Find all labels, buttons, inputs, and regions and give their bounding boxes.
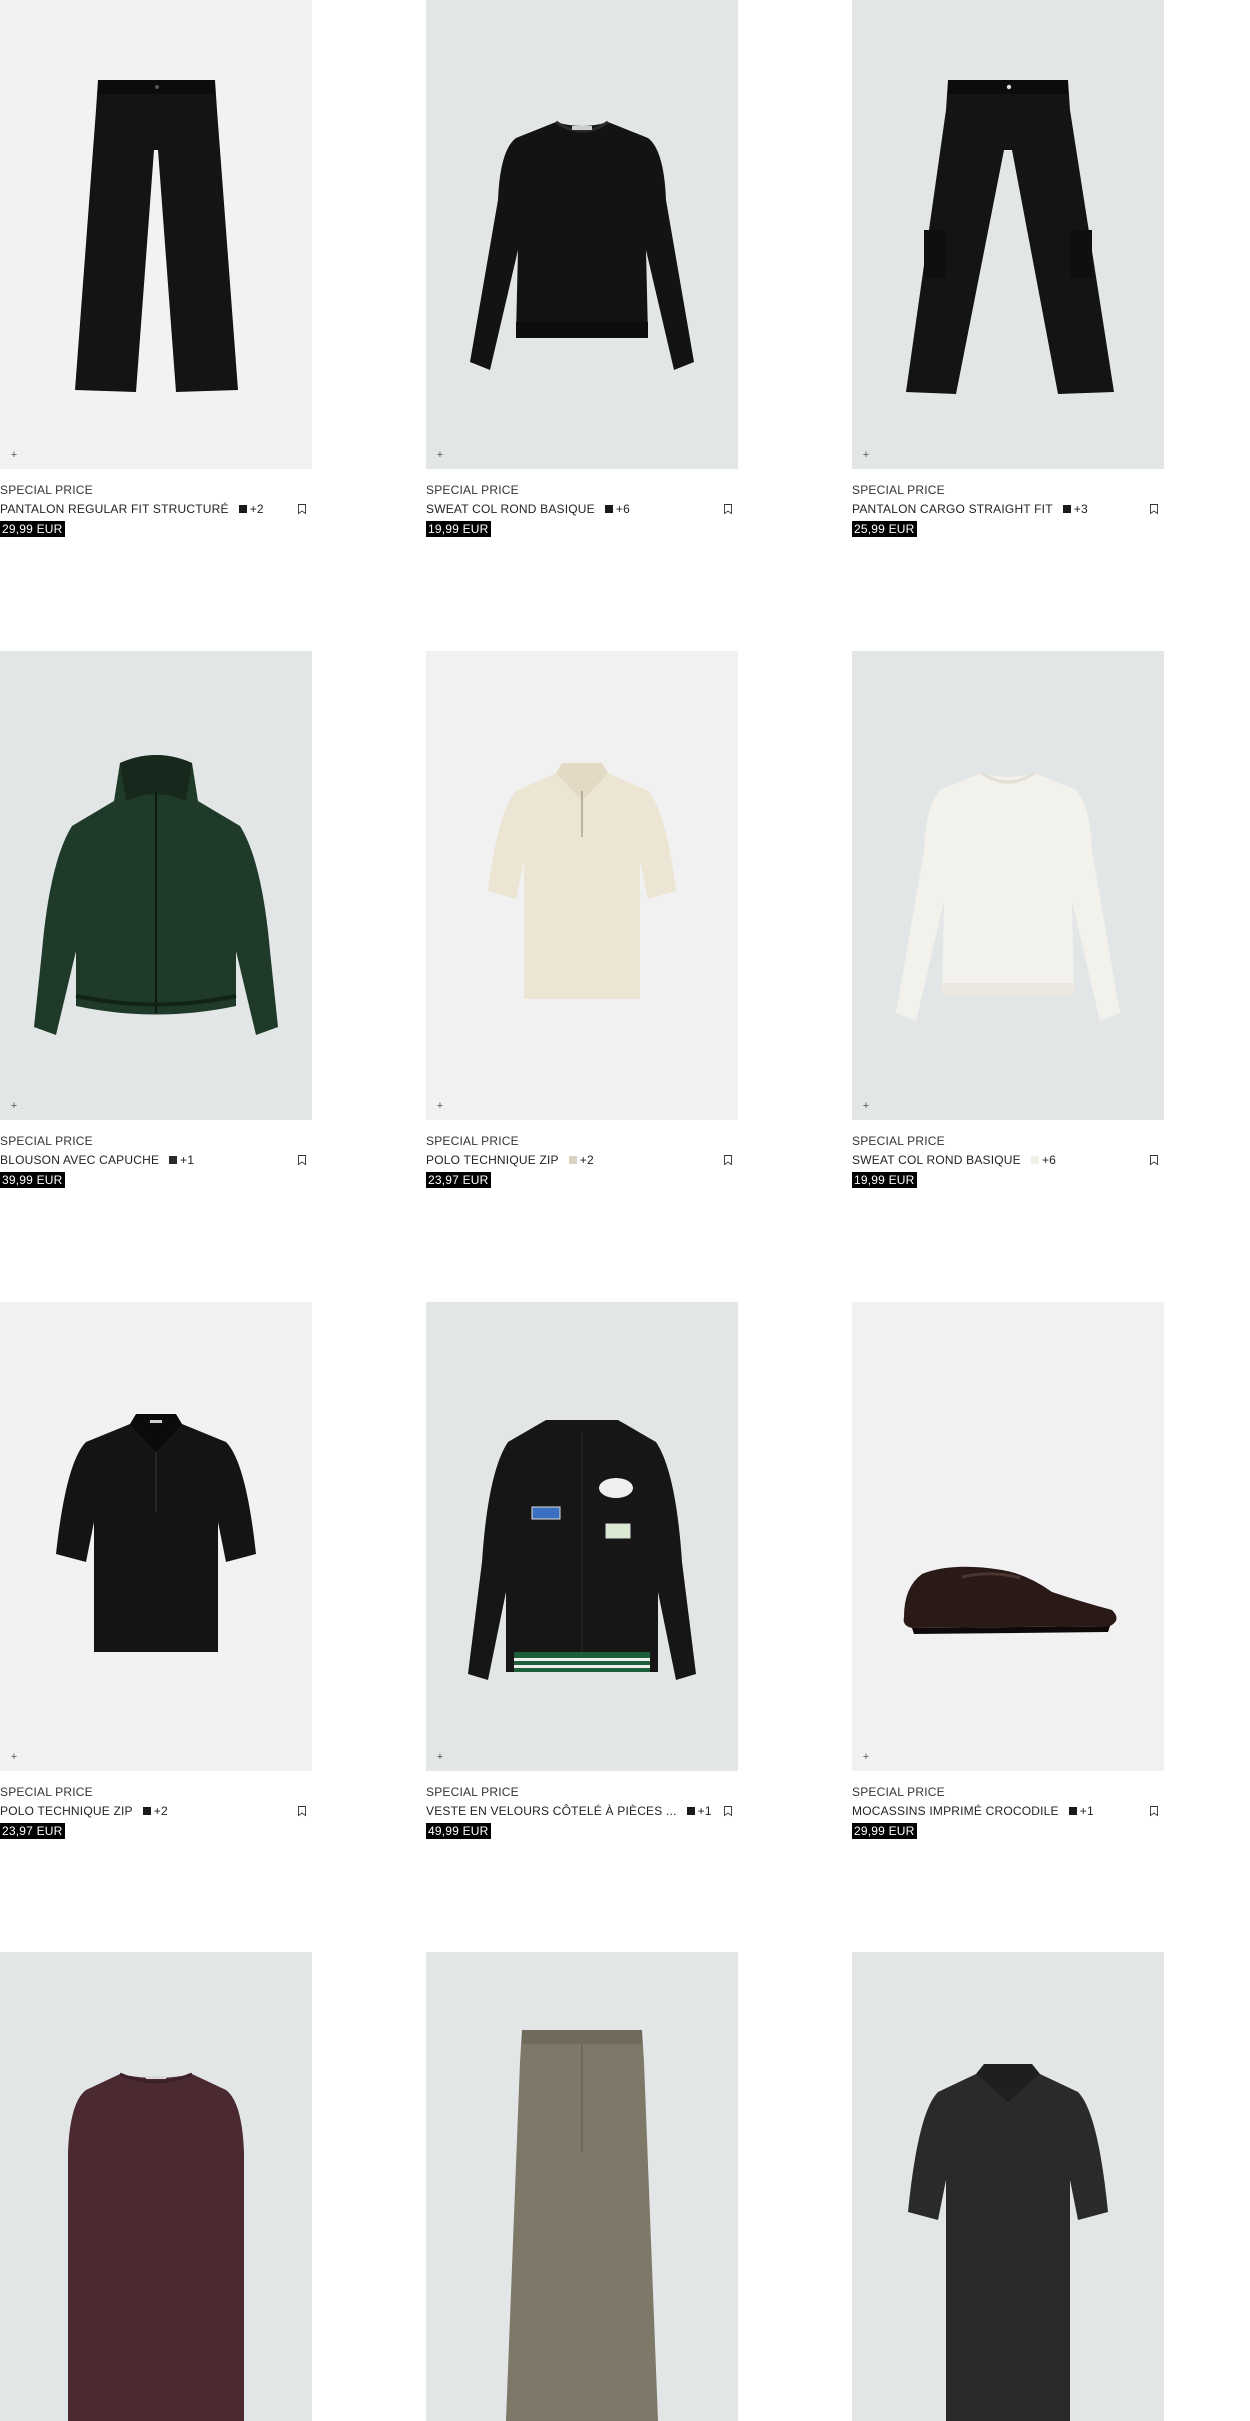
product-name[interactable]: PANTALON REGULAR FIT STRUCTURÉ xyxy=(0,502,229,516)
color-swatch[interactable] xyxy=(238,505,247,513)
plus-icon[interactable]: + xyxy=(8,1751,20,1763)
product-image[interactable] xyxy=(0,1952,312,2421)
special-price-label: SPECIAL PRICE xyxy=(0,1134,93,1148)
color-swatch[interactable] xyxy=(1068,1807,1077,1815)
product-card[interactable]: + SPECIAL PRICE PANTALON REGULAR FIT STR… xyxy=(0,0,312,549)
product-image[interactable] xyxy=(852,1952,1164,2421)
color-swatch[interactable] xyxy=(1030,1156,1039,1164)
plus-icon[interactable]: + xyxy=(8,449,20,461)
bookmark-icon[interactable] xyxy=(722,1154,734,1166)
color-swatch[interactable] xyxy=(686,1807,695,1815)
polo-image xyxy=(908,2064,1108,2421)
product-card[interactable] xyxy=(0,1952,312,2421)
color-swatch[interactable] xyxy=(1062,505,1071,513)
trousers-image xyxy=(506,2030,658,2421)
plus-icon[interactable]: + xyxy=(860,1100,872,1112)
price-badge: 19,99 EUR xyxy=(426,521,491,537)
loafer-image xyxy=(903,1566,1117,1634)
product-image[interactable]: + xyxy=(426,1302,738,1771)
more-colors-count: +6 xyxy=(615,502,630,516)
plus-icon[interactable]: + xyxy=(434,1751,446,1763)
product-image[interactable]: + xyxy=(0,0,312,469)
product-name[interactable]: SWEAT COL ROND BASIQUE xyxy=(852,1153,1021,1167)
polo-image xyxy=(56,1414,256,1652)
color-swatch[interactable] xyxy=(142,1807,151,1815)
product-name[interactable]: POLO TECHNIQUE ZIP xyxy=(0,1804,133,1818)
special-price-label: SPECIAL PRICE xyxy=(852,1134,945,1148)
special-price-label: SPECIAL PRICE xyxy=(0,483,93,497)
plus-icon[interactable]: + xyxy=(434,1100,446,1112)
hooded-jacket-image xyxy=(34,755,278,1035)
more-colors-count: +1 xyxy=(1079,1804,1094,1818)
product-card[interactable]: + SPECIAL PRICE BLOUSON AVEC CAPUCHE +1 … xyxy=(0,651,312,1200)
trousers-image xyxy=(75,80,238,392)
sweatshirt-image xyxy=(896,771,1120,1021)
sweatshirt-image xyxy=(470,120,694,370)
product-name[interactable]: PANTALON CARGO STRAIGHT FIT xyxy=(852,502,1053,516)
more-colors-count: +1 xyxy=(180,1153,195,1167)
cargo-trousers-image xyxy=(906,80,1114,394)
product-image[interactable] xyxy=(426,1952,738,2421)
product-name[interactable]: BLOUSON AVEC CAPUCHE xyxy=(0,1153,159,1167)
special-price-label: SPECIAL PRICE xyxy=(426,483,519,497)
product-image[interactable]: + xyxy=(852,651,1164,1120)
price-badge: 25,99 EUR xyxy=(852,521,917,537)
product-card[interactable]: + SPECIAL PRICE MOCASSINS IMPRIMÉ CROCOD… xyxy=(852,1302,1164,1851)
product-image[interactable]: + xyxy=(426,651,738,1120)
more-colors-count: +6 xyxy=(1041,1153,1056,1167)
special-price-label: SPECIAL PRICE xyxy=(426,1785,519,1799)
plus-icon[interactable]: + xyxy=(860,449,872,461)
special-price-label: SPECIAL PRICE xyxy=(426,1134,519,1148)
special-price-label: SPECIAL PRICE xyxy=(852,1785,945,1799)
product-card[interactable]: + SPECIAL PRICE POLO TECHNIQUE ZIP +2 23… xyxy=(426,651,738,1200)
polo-image xyxy=(488,763,676,999)
more-colors-count: +2 xyxy=(249,502,264,516)
more-colors-count: +3 xyxy=(1073,502,1088,516)
color-swatch[interactable] xyxy=(568,1156,577,1164)
product-card[interactable]: + SPECIAL PRICE VESTE EN VELOURS CÔTELÉ … xyxy=(426,1302,738,1851)
price-badge: 23,97 EUR xyxy=(0,1823,65,1839)
bookmark-icon[interactable] xyxy=(1148,503,1160,515)
plus-icon[interactable]: + xyxy=(434,449,446,461)
color-swatch[interactable] xyxy=(604,505,613,513)
product-image[interactable]: + xyxy=(0,651,312,1120)
product-card[interactable]: + SPECIAL PRICE SWEAT COL ROND BASIQUE +… xyxy=(426,0,738,549)
product-name[interactable]: VESTE EN VELOURS CÔTELÉ À PIÈCES ... xyxy=(426,1804,677,1818)
bookmark-icon[interactable] xyxy=(1148,1805,1160,1817)
plus-icon[interactable]: + xyxy=(860,1751,872,1763)
sweater-image xyxy=(68,2072,244,2421)
product-image[interactable]: + xyxy=(0,1302,312,1771)
price-badge: 29,99 EUR xyxy=(852,1823,917,1839)
product-card[interactable]: + SPECIAL PRICE POLO TECHNIQUE ZIP +2 23… xyxy=(0,1302,312,1851)
bookmark-icon[interactable] xyxy=(296,1805,308,1817)
corduroy-jacket-image xyxy=(468,1420,696,1680)
special-price-label: SPECIAL PRICE xyxy=(852,483,945,497)
price-badge: 23,97 EUR xyxy=(426,1172,491,1188)
bookmark-icon[interactable] xyxy=(722,503,734,515)
product-card[interactable] xyxy=(852,1952,1164,2421)
bookmark-icon[interactable] xyxy=(722,1805,734,1817)
bookmark-icon[interactable] xyxy=(296,1154,308,1166)
more-colors-count: +2 xyxy=(579,1153,594,1167)
product-name[interactable]: SWEAT COL ROND BASIQUE xyxy=(426,502,595,516)
price-badge: 49,99 EUR xyxy=(426,1823,491,1839)
product-card[interactable]: + SPECIAL PRICE SWEAT COL ROND BASIQUE +… xyxy=(852,651,1164,1200)
price-badge: 29,99 EUR xyxy=(0,521,65,537)
product-image[interactable]: + xyxy=(852,0,1164,469)
product-card[interactable]: + SPECIAL PRICE PANTALON CARGO STRAIGHT … xyxy=(852,0,1164,549)
price-badge: 39,99 EUR xyxy=(0,1172,65,1188)
more-colors-count: +2 xyxy=(153,1804,168,1818)
bookmark-icon[interactable] xyxy=(296,503,308,515)
product-image[interactable]: + xyxy=(426,0,738,469)
product-name[interactable]: POLO TECHNIQUE ZIP xyxy=(426,1153,559,1167)
plus-icon[interactable]: + xyxy=(8,1100,20,1112)
product-image[interactable]: + xyxy=(852,1302,1164,1771)
product-card[interactable] xyxy=(426,1952,738,2421)
product-name[interactable]: MOCASSINS IMPRIMÉ CROCODILE xyxy=(852,1804,1059,1818)
more-colors-count: +1 xyxy=(697,1804,712,1818)
price-badge: 19,99 EUR xyxy=(852,1172,917,1188)
color-swatch[interactable] xyxy=(169,1156,178,1164)
special-price-label: SPECIAL PRICE xyxy=(0,1785,93,1799)
bookmark-icon[interactable] xyxy=(1148,1154,1160,1166)
